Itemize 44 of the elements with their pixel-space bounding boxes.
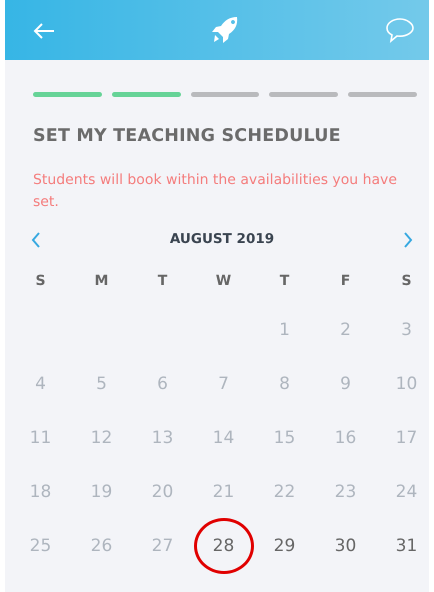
- calendar-day: 21: [210, 481, 236, 504]
- calendar-day: 5: [94, 373, 109, 396]
- calendar-day: 8: [277, 373, 292, 396]
- calendar-day: 26: [88, 535, 114, 558]
- calendar-day[interactable]: 31: [394, 535, 420, 558]
- calendar-day: 11: [28, 427, 54, 450]
- calendar-day[interactable]: 29: [272, 535, 298, 558]
- calendar-day: 16: [332, 427, 358, 450]
- calendar-day: 6: [155, 373, 170, 396]
- calendar-day: 19: [88, 481, 114, 504]
- calendar-day: 12: [88, 427, 114, 450]
- instruction-text: Students will book within the availabilities you have set.: [33, 171, 398, 212]
- weekday-label: W: [216, 273, 232, 290]
- chat-icon[interactable]: [385, 17, 415, 43]
- calendar-day: 10: [394, 373, 420, 396]
- calendar-day[interactable]: 28: [210, 535, 236, 558]
- calendar-day: 14: [210, 427, 236, 450]
- calendar-day: 7: [216, 373, 231, 396]
- calendar-day[interactable]: 30: [332, 535, 358, 558]
- weekday-label: T: [280, 273, 290, 290]
- calendar-day: 27: [150, 535, 176, 558]
- calendar-day: 3: [399, 319, 414, 342]
- calendar-day: 15: [272, 427, 298, 450]
- calendar-day: 4: [33, 373, 48, 396]
- page-title: SET MY TEACHING SCHEDULUE: [33, 125, 342, 148]
- calendar-day: 20: [150, 481, 176, 504]
- calendar-day: 2: [338, 319, 353, 342]
- calendar-day: 1: [277, 319, 292, 342]
- calendar-day: 17: [394, 427, 420, 450]
- calendar-day: 24: [394, 481, 420, 504]
- calendar-day: 13: [150, 427, 176, 450]
- weekday-label: S: [401, 273, 412, 290]
- weekday-label: S: [35, 273, 46, 290]
- weekday-label: M: [94, 273, 108, 290]
- calendar-day: 25: [28, 535, 54, 558]
- back-arrow-icon[interactable]: [33, 22, 55, 39]
- calendar-day: 9: [338, 373, 353, 396]
- month-title: AUGUST 2019: [170, 230, 274, 250]
- weekday-label: T: [158, 273, 168, 290]
- calendar-day: 23: [332, 481, 358, 504]
- rocket-icon: [209, 15, 239, 45]
- weekday-label: F: [340, 273, 350, 290]
- calendar-day: 22: [272, 481, 298, 504]
- calendar-day: 18: [28, 481, 54, 504]
